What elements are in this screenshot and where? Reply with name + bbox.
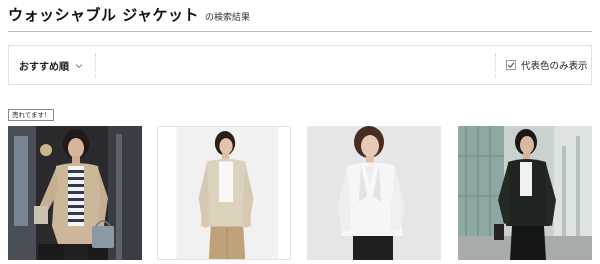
product-image-beige-jacket	[158, 127, 290, 259]
representative-color-label: 代表色のみ表示	[521, 61, 588, 72]
search-results-page: ウォッシャブル ジャケット の検索結果 おすすめ順 代表色のみ表示 売れてます！	[0, 0, 600, 264]
product-card[interactable]	[307, 126, 441, 260]
product-card[interactable]	[458, 126, 592, 260]
bestseller-badge: 売れてます！	[8, 109, 55, 121]
product-card[interactable]	[157, 126, 291, 260]
chevron-down-icon	[75, 63, 83, 68]
page-subtitle: の検索結果	[204, 13, 250, 23]
representative-color-toggle[interactable]: 代表色のみ表示	[506, 58, 588, 72]
header-divider	[8, 31, 592, 32]
sort-label: おすすめ順	[19, 62, 69, 73]
sort-dropdown[interactable]: おすすめ順	[19, 58, 83, 73]
results-header: ウォッシャブル ジャケット の検索結果	[8, 4, 250, 26]
product-image-black-jacket	[458, 126, 592, 260]
check-icon	[507, 62, 515, 69]
toolbar-divider	[95, 54, 96, 78]
sort-toolbar: おすすめ順 代表色のみ表示	[8, 45, 592, 85]
product-image-white-jacket	[307, 126, 441, 260]
representative-color-checkbox[interactable]	[506, 60, 516, 70]
product-image-beige-cardigan	[8, 126, 142, 260]
product-card[interactable]	[8, 126, 142, 260]
toolbar-divider	[495, 54, 496, 78]
page-title: ウォッシャブル ジャケット	[8, 6, 199, 24]
